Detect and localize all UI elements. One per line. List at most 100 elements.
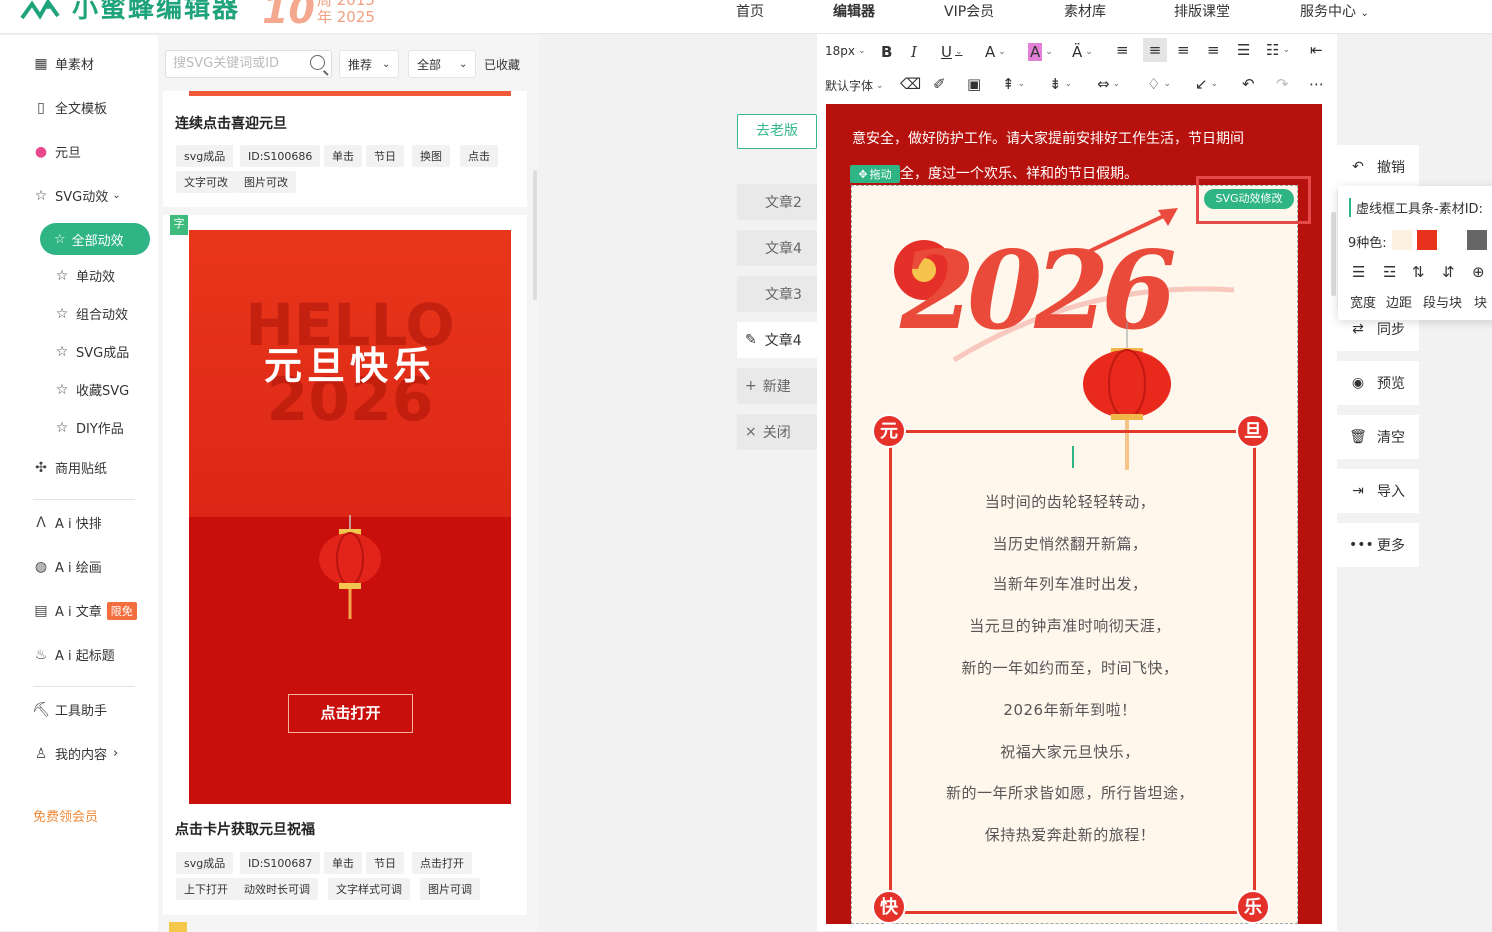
editor-scrollbar[interactable] bbox=[1331, 212, 1336, 296]
logo-icon[interactable] bbox=[20, 0, 66, 24]
add-block-icon[interactable]: ⊕ bbox=[1472, 263, 1485, 281]
align-center-icon[interactable]: ≡ bbox=[1143, 38, 1167, 62]
panel-scrollbar[interactable] bbox=[533, 170, 537, 300]
open-card-button[interactable]: 点击打开 bbox=[288, 694, 413, 733]
sidebar-item-ai-layout[interactable]: Λ A i 快排 bbox=[33, 513, 102, 533]
old-version-button[interactable]: 去老版 bbox=[737, 114, 817, 149]
favorites-link[interactable]: 已收藏 bbox=[484, 56, 520, 73]
nav-vip[interactable]: VIP会员 bbox=[944, 1, 994, 21]
recommend-dropdown[interactable]: 推荐 ⌄ bbox=[339, 50, 399, 78]
nav-materials[interactable]: 素材库 bbox=[1064, 1, 1106, 21]
poem-line[interactable]: 祝福大家元旦快乐， bbox=[870, 741, 1270, 762]
spacing-after-icon[interactable]: ⇟ ⌄ bbox=[1049, 75, 1072, 93]
search-icon[interactable] bbox=[310, 55, 325, 70]
italic-icon[interactable]: I bbox=[911, 43, 917, 61]
poem-line[interactable]: 当时间的齿轮轻轻转动， bbox=[870, 491, 1270, 512]
nav-course[interactable]: 排版课堂 bbox=[1174, 1, 1230, 21]
sidebar-item-single[interactable]: ▦ 单素材 bbox=[33, 54, 94, 74]
sidebar-item-single-effect[interactable]: ☆ 单动效 bbox=[54, 266, 115, 286]
indent-icon[interactable]: ☰ bbox=[1237, 41, 1250, 59]
popup-label[interactable]: 宽度 bbox=[1350, 292, 1376, 311]
align-right-icon[interactable]: ≡ bbox=[1177, 41, 1190, 59]
drag-handle[interactable]: ✥ 拖动 bbox=[850, 165, 900, 183]
article-tab-active[interactable]: ✎ 文章4 bbox=[737, 322, 817, 358]
nav-service[interactable]: 服务中心 ⌄ bbox=[1300, 1, 1369, 21]
letter-spacing-icon[interactable]: ⇔ ⌄ bbox=[1097, 75, 1120, 93]
color-swatch[interactable] bbox=[1417, 230, 1437, 250]
redo-icon[interactable]: ↷ bbox=[1276, 75, 1289, 93]
align-justify-icon[interactable]: ≡ bbox=[1207, 41, 1220, 59]
nav-editor[interactable]: 编辑器 bbox=[833, 1, 875, 21]
preview-button[interactable]: ◉ 预览 bbox=[1337, 361, 1419, 405]
arrow-icon[interactable]: ↙ ⌄ bbox=[1195, 75, 1218, 93]
undo-icon[interactable]: ↶ bbox=[1242, 75, 1255, 93]
sidebar-item-ai-paint[interactable]: ◍ A i 绘画 bbox=[33, 557, 102, 577]
new-article-button[interactable]: + 新建 bbox=[737, 368, 817, 404]
close-article-button[interactable]: × 关闭 bbox=[737, 414, 817, 450]
text-effect-icon[interactable]: Ä ⌄ bbox=[1072, 43, 1093, 61]
underline-icon[interactable]: U ⌄ bbox=[941, 43, 963, 61]
poem-line[interactable]: 当历史悄然翻开新篇， bbox=[870, 533, 1270, 554]
article-text-line[interactable]: 全，度过一个欢乐、祥和的节日假期。 bbox=[900, 163, 1138, 183]
color-swatch[interactable] bbox=[1442, 230, 1462, 250]
poem-line[interactable]: 当新年列车准时出发， bbox=[870, 573, 1270, 594]
sidebar-item-ai-article[interactable]: ▤ A i 文章 限免 bbox=[33, 601, 137, 620]
material-card[interactable]: 字 HELLO 2026 元旦快乐 点击打开 点击卡片获取元旦祝福 svg成品 … bbox=[163, 215, 527, 915]
more-button[interactable]: ••• 更多 bbox=[1337, 523, 1419, 567]
search-input[interactable]: 搜SVG关键词或ID bbox=[165, 50, 332, 78]
sidebar-item-svg[interactable]: ☆ SVG动效 ⌄ bbox=[33, 186, 121, 206]
material-card[interactable]: 连续点击喜迎元旦 svg成品 ID:S100686 单击 节日 换图 点击 文字… bbox=[163, 91, 527, 207]
sidebar-item-svg-finished[interactable]: ☆ SVG成品 bbox=[54, 342, 130, 362]
poem-line[interactable]: 2026年新年到啦！ bbox=[870, 699, 1270, 720]
bold-icon[interactable]: B bbox=[881, 43, 892, 61]
article-tab[interactable]: 文章2 bbox=[737, 184, 817, 220]
margin-icon[interactable]: ☲ bbox=[1383, 263, 1396, 281]
import-button[interactable]: ⇥ 导入 bbox=[1337, 469, 1419, 513]
sidebar-item-stickers[interactable]: ✣ 商用贴纸 bbox=[33, 458, 107, 478]
undo-button[interactable]: ↶ 撤销 bbox=[1337, 145, 1419, 189]
sidebar-item-fav-svg[interactable]: ☆ 收藏SVG bbox=[54, 380, 130, 400]
poem-line[interactable]: 新的一年所求皆如愿，所行皆坦途， bbox=[870, 782, 1270, 803]
svg-effect-edit-button[interactable]: SVG动效修改 bbox=[1204, 189, 1294, 209]
sidebar-item-my-content[interactable]: ♙ 我的内容 › bbox=[33, 744, 119, 764]
font-color-icon[interactable]: A ⌄ bbox=[985, 43, 1006, 61]
brand-name[interactable]: 小蜜蜂编辑器 bbox=[72, 0, 240, 24]
popup-label[interactable]: 边距 bbox=[1386, 292, 1412, 311]
sidebar-item-template[interactable]: ▯ 全文模板 bbox=[33, 98, 107, 118]
block-icon[interactable]: ⇵ bbox=[1442, 263, 1455, 281]
sidebar-item-combo-effect[interactable]: ☆ 组合动效 bbox=[54, 304, 128, 324]
sidebar-item-all-effects[interactable]: ☆ 全部动效 bbox=[40, 223, 150, 255]
align-left-icon[interactable]: ≡ bbox=[1116, 41, 1129, 59]
eraser-icon[interactable]: ⌫ bbox=[900, 75, 921, 93]
line-height-icon[interactable]: ☷ ⌄ bbox=[1266, 41, 1290, 59]
popup-label[interactable]: 段与块 bbox=[1423, 292, 1462, 311]
exit-icon[interactable]: ⇤ bbox=[1310, 41, 1323, 59]
card-preview[interactable]: HELLO 2026 元旦快乐 点击打开 bbox=[189, 230, 511, 804]
free-member-link[interactable]: 免费领会员 bbox=[33, 806, 98, 825]
poem-line[interactable]: 保持热爱奔赴新的旅程！ bbox=[870, 824, 1270, 845]
bulb-icon[interactable]: ♢ ⌄ bbox=[1147, 75, 1171, 93]
highlight-icon[interactable]: A ⌄ bbox=[1028, 43, 1053, 61]
article-tab[interactable]: 文章4 bbox=[737, 230, 817, 266]
spacing-before-icon[interactable]: ⇞ ⌄ bbox=[1002, 75, 1025, 93]
color-swatch[interactable] bbox=[1467, 230, 1487, 250]
sidebar-item-ai-title[interactable]: ♨ A i 起标题 bbox=[33, 645, 115, 665]
category-dropdown[interactable]: 全部 ⌄ bbox=[408, 50, 476, 78]
nav-home[interactable]: 首页 bbox=[736, 1, 764, 21]
article-tab[interactable]: 文章3 bbox=[737, 276, 817, 312]
poem-line[interactable]: 当元旦的钟声准时响彻天涯， bbox=[870, 615, 1270, 636]
article-text-line[interactable]: 意安全，做好防护工作。请大家提前安排好工作生活，节日期间 bbox=[852, 128, 1244, 148]
font-size-select[interactable]: 18px ⌄ bbox=[825, 44, 866, 58]
width-icon[interactable]: ☰ bbox=[1352, 263, 1365, 281]
format-brush-icon[interactable]: ✐ bbox=[933, 75, 946, 93]
font-family-select[interactable]: 默认字体 ⌄ bbox=[825, 77, 884, 94]
more-icon[interactable]: ⋯ bbox=[1309, 75, 1324, 93]
popup-label[interactable]: 块 bbox=[1474, 292, 1487, 311]
sidebar-item-tools[interactable]: ⛏ 工具助手 bbox=[32, 700, 107, 720]
sidebar-item-yuandan[interactable]: ● 元旦 bbox=[33, 142, 81, 162]
poem-line[interactable]: 新的一年如约而至，时间飞快， bbox=[870, 657, 1270, 678]
paragraph-icon[interactable]: ⇅ bbox=[1412, 263, 1425, 281]
clear-button[interactable]: 🗑 清空 bbox=[1337, 415, 1419, 459]
image-icon[interactable]: ▣ bbox=[967, 75, 981, 93]
color-swatch[interactable] bbox=[1392, 230, 1412, 250]
